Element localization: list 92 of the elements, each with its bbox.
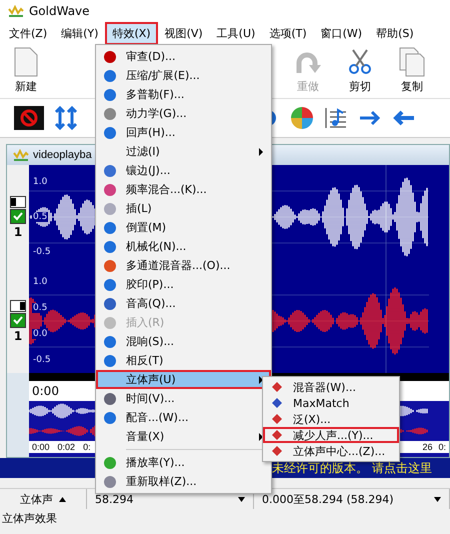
- up-caret-icon[interactable]: [59, 496, 66, 502]
- wave-logo-icon: [13, 149, 29, 161]
- circle-icon: [102, 164, 118, 178]
- menu-item[interactable]: 回声(H)...: [96, 123, 271, 142]
- color-wheel-icon[interactable]: [290, 106, 314, 130]
- toolbar-button[interactable]: 复制: [386, 46, 438, 98]
- circle-icon: [102, 106, 118, 120]
- wave-logo-icon: [8, 5, 24, 17]
- menu-item[interactable]: 动力学(G)...: [96, 104, 271, 123]
- scale-label: -0.5: [32, 246, 52, 257]
- circle-icon: [102, 88, 118, 102]
- submenu-item[interactable]: 泛(X)...: [263, 411, 399, 427]
- menu-item[interactable]: 视图(V): [158, 22, 210, 44]
- channel-checkbox[interactable]: [10, 208, 26, 224]
- menu-item[interactable]: 多普勒(F)...: [96, 85, 271, 104]
- down-caret-icon[interactable]: [238, 496, 245, 502]
- circle-icon: [102, 126, 118, 140]
- copy-icon: [399, 47, 425, 77]
- scale-label: 0.0: [32, 329, 48, 339]
- menu-item[interactable]: 倒置(M): [96, 218, 271, 237]
- scissors-icon: [347, 47, 373, 77]
- circle-icon: [102, 334, 118, 348]
- channel-number: 1: [14, 328, 22, 342]
- tick-label: 0:: [83, 442, 91, 452]
- circle-icon: [102, 474, 118, 488]
- menu-item[interactable]: 机械化(N)...: [96, 237, 271, 256]
- circle-icon: [102, 456, 118, 470]
- toggle-icon[interactable]: [10, 196, 26, 208]
- status-text: 立体声效果: [2, 510, 57, 526]
- channel-checkbox[interactable]: [10, 312, 26, 328]
- circle-icon: [102, 278, 118, 292]
- document-icon: [14, 47, 38, 77]
- toolbar-button[interactable]: 剪切: [334, 46, 386, 98]
- music-note-icon[interactable]: [324, 106, 348, 130]
- menu-item[interactable]: 过滤(I): [96, 142, 271, 161]
- time-label: 0:00: [32, 384, 59, 398]
- circle-icon: [102, 258, 118, 272]
- circle-icon: [102, 296, 118, 310]
- circle-icon: [102, 316, 118, 330]
- toolbar-button[interactable]: 新建: [0, 46, 52, 98]
- window-title: GoldWave: [29, 4, 90, 18]
- submenu-item[interactable]: 立体声中心...(Z)...: [263, 443, 399, 459]
- submenu-item[interactable]: MaxMatch: [263, 395, 399, 411]
- down-caret-icon[interactable]: [434, 496, 441, 502]
- no-sign-icon[interactable]: [14, 106, 44, 130]
- tick-label: 0:00: [32, 442, 50, 452]
- tick-label: 26: [422, 442, 432, 452]
- circle-icon: [102, 182, 118, 196]
- menu-item[interactable]: 窗口(W): [314, 22, 370, 44]
- arrows-icon[interactable]: [54, 106, 78, 130]
- submenu-item[interactable]: 减少人声...(Y)...: [263, 427, 399, 443]
- circle-icon: [102, 50, 118, 64]
- duration: 58.294: [95, 492, 134, 506]
- circle-icon: [102, 354, 118, 368]
- document-title: videoplayba: [33, 149, 92, 161]
- submenu-arrow-icon: [259, 148, 263, 156]
- menu-item[interactable]: 多通道混音器...(O)...: [96, 256, 271, 275]
- menu-item[interactable]: 审查(D)...: [96, 47, 271, 66]
- menu-item[interactable]: 音高(Q)...: [96, 294, 271, 313]
- menu-item[interactable]: 工具(U): [210, 22, 262, 44]
- scale-label: 1.0: [32, 277, 48, 287]
- menu-item[interactable]: 混响(S)...: [96, 332, 271, 351]
- menu-item[interactable]: 帮助(S): [369, 22, 421, 44]
- menu-item[interactable]: 相反(T): [96, 351, 271, 370]
- menu-item[interactable]: 镶边(J)...: [96, 161, 271, 180]
- circle-icon: [102, 202, 118, 216]
- selection-range: 0.000至58.294 (58.294): [262, 492, 394, 506]
- circle-icon: [102, 410, 118, 424]
- circle-icon: [102, 392, 118, 406]
- menu-item[interactable]: 压缩/扩展(E)...: [96, 66, 271, 85]
- scale-label: -0.5: [32, 355, 52, 365]
- toggle-icon[interactable]: [10, 300, 26, 312]
- channel-number: 1: [14, 224, 22, 238]
- circle-icon: [102, 220, 118, 234]
- menu-item[interactable]: 特效(X): [105, 22, 158, 44]
- circle-icon: [102, 68, 118, 82]
- menu-item[interactable]: 重新取样(Z)...: [96, 472, 271, 491]
- scale-label: 1.0: [32, 177, 48, 188]
- license-notice[interactable]: 未经许可的版本。 请点击这里: [272, 460, 432, 476]
- menu-item[interactable]: 胶印(P)...: [96, 275, 271, 294]
- tick-label: 0:02: [58, 442, 76, 452]
- tick-label: 0:: [438, 442, 446, 452]
- menu-item[interactable]: 文件(Z): [2, 22, 54, 44]
- scale-label: 0.5: [32, 212, 48, 222]
- menu-item[interactable]: 选项(T): [262, 22, 314, 44]
- menu-item[interactable]: 插(L): [96, 199, 271, 218]
- scale-label: 0.5: [32, 303, 48, 313]
- channel-mode: 立体声: [20, 492, 53, 506]
- circle-icon: [102, 240, 118, 254]
- menu-item[interactable]: 编辑(Y): [54, 22, 106, 44]
- menu-item[interactable]: 立体声(U): [96, 370, 271, 389]
- menu-item[interactable]: 频率混合...(K)...: [96, 180, 271, 199]
